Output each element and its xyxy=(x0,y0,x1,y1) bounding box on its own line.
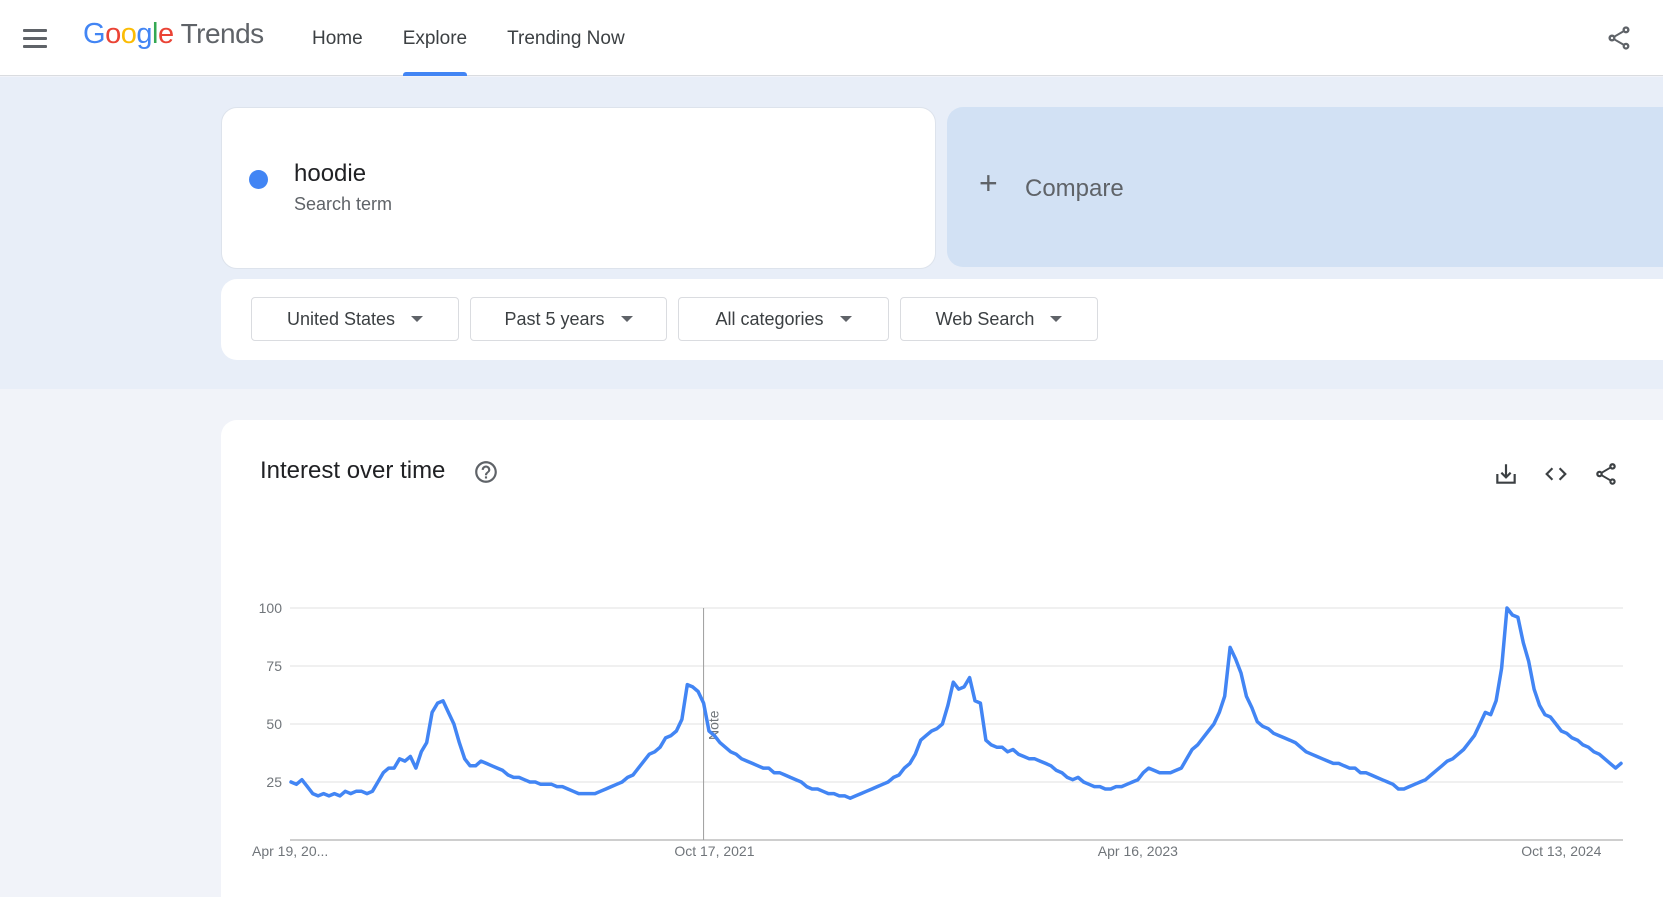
region-filter-label: United States xyxy=(286,308,396,329)
region-filter[interactable]: United States xyxy=(251,297,459,341)
logo-product-name: Trends xyxy=(180,18,265,49)
compare-label: Compare xyxy=(1025,175,1124,202)
nav-trending-now[interactable]: Trending Now xyxy=(507,0,625,76)
logo-letter: g xyxy=(136,18,152,50)
interest-over-time-card: Interest over time 100 75 50 25 Note Apr 19, … xyxy=(221,420,1663,897)
caret-down-icon xyxy=(839,316,852,322)
embed-code-icon[interactable] xyxy=(1543,461,1569,487)
google-trends-logo[interactable]: Google Trends xyxy=(83,18,264,58)
share-icon[interactable] xyxy=(1593,461,1619,487)
plus-icon: + xyxy=(979,165,998,201)
main-menu-button[interactable] xyxy=(18,22,52,56)
y-tick-label: 100 xyxy=(259,600,283,616)
term-color-dot xyxy=(249,170,268,189)
search-type-filter[interactable]: Web Search xyxy=(900,297,1098,341)
time-range-filter[interactable]: Past 5 years xyxy=(470,297,667,341)
chart-title: Interest over time xyxy=(260,457,446,484)
category-filter[interactable]: All categories xyxy=(678,297,889,341)
time-range-filter-label: Past 5 years xyxy=(504,308,605,329)
compare-button[interactable]: + Compare xyxy=(947,107,1663,267)
x-tick-label: Apr 16, 2023 xyxy=(1098,843,1178,859)
logo-letter: G xyxy=(83,18,106,50)
nav-home[interactable]: Home xyxy=(312,0,363,76)
share-icon[interactable] xyxy=(1605,24,1633,52)
x-tick-label: Oct 17, 2021 xyxy=(674,843,754,859)
logo-letter: o xyxy=(105,18,121,50)
series-line-hoodie xyxy=(289,606,1623,800)
search-term-name: hoodie xyxy=(294,160,367,187)
y-tick-label: 75 xyxy=(266,658,282,674)
search-type-filter-label: Web Search xyxy=(935,308,1035,329)
x-tick-label: Oct 13, 2024 xyxy=(1521,843,1601,859)
nav-explore[interactable]: Explore xyxy=(402,0,468,76)
caret-down-icon xyxy=(411,316,424,322)
y-tick-label: 50 xyxy=(266,716,282,732)
logo-letter: o xyxy=(120,18,137,50)
filters-bar: United States Past 5 years All categorie… xyxy=(221,279,1663,360)
interest-line-chart[interactable]: 100755025NoteApr 19, 20... Oct 17, 2021 Ap… xyxy=(221,580,1663,880)
caret-down-icon xyxy=(1050,316,1063,322)
search-term-type: Search term xyxy=(294,194,393,214)
download-icon[interactable] xyxy=(1493,461,1519,487)
top-header: Google Trends Home Explore Trending Now xyxy=(0,0,1663,76)
category-filter-label: All categories xyxy=(715,308,824,329)
search-term-card[interactable]: hoodie Search term xyxy=(221,107,936,269)
main-nav: Home Explore Trending Now xyxy=(312,0,665,76)
help-icon[interactable] xyxy=(473,459,499,485)
x-tick-label: Apr 19, 20... xyxy=(252,843,328,859)
y-tick-label: 25 xyxy=(266,774,282,790)
logo-letter: e xyxy=(157,18,174,50)
caret-down-icon xyxy=(620,316,633,322)
